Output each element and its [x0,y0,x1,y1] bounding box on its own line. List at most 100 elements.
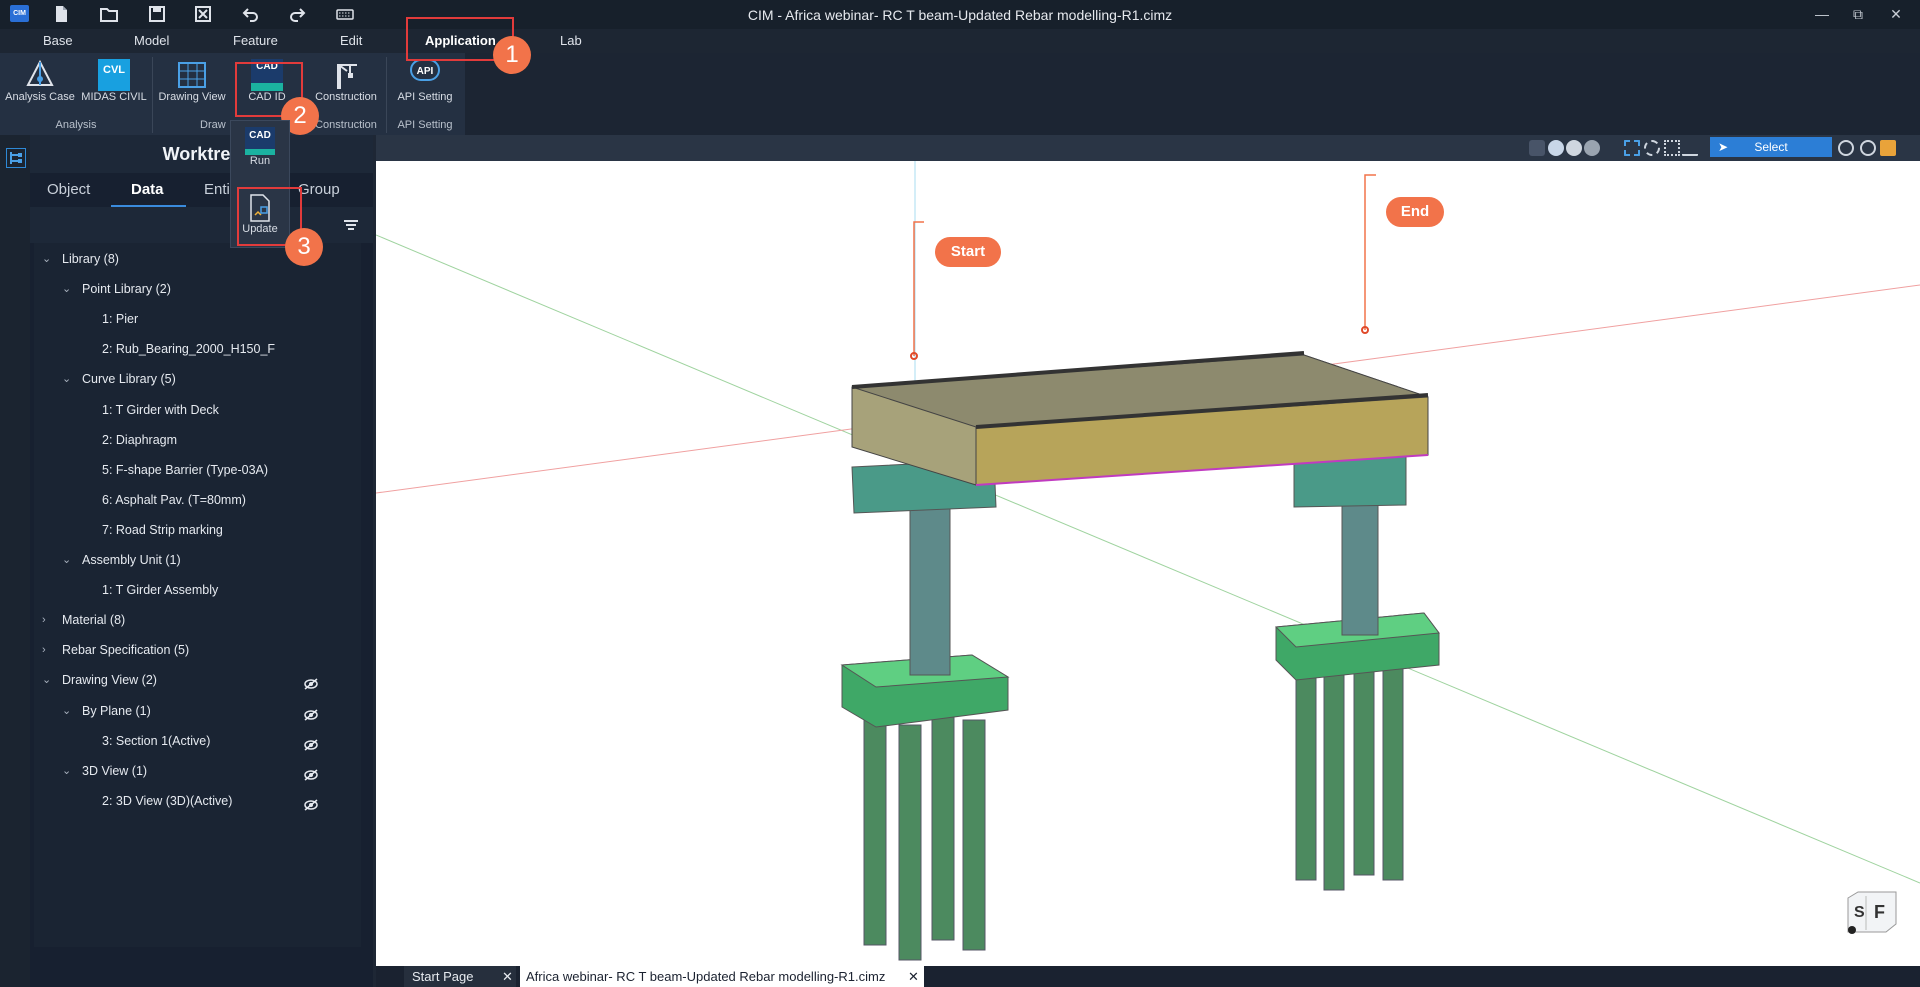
menu-tab-feature[interactable]: Feature [233,33,278,48]
close-tab-icon[interactable]: ✕ [502,966,513,987]
tree-item[interactable]: 7: Road Strip marking [34,518,361,542]
cad-run-label: Run [249,155,271,167]
document-tabs: Start Page ✕ Africa webinar- RC T beam-U… [376,966,1920,987]
shade-alt-icon[interactable] [1584,140,1600,156]
tab-object[interactable]: Object [47,181,90,198]
tree-item[interactable]: › Material (8) [34,608,361,632]
drawing-view-label: Drawing View [158,91,226,103]
tree-item[interactable]: ⌄ Point Library (2) [34,277,361,301]
api-icon: API [410,59,440,81]
worktree-toggle-icon[interactable] [6,148,26,168]
chevron-right-icon[interactable]: › [42,638,54,662]
tree-item-label: Material (8) [62,613,126,628]
doc-tab-active-model[interactable]: Africa webinar- RC T beam-Updated Rebar … [520,966,924,987]
chevron-right-icon[interactable]: › [42,608,54,632]
tree-item[interactable]: 6: Asphalt Pav. (T=80mm) [34,488,361,512]
restore-icon[interactable]: ⧉ [1848,5,1868,23]
worktree-tree: ⌄ Library (8) ⌄ Point Library (2) 1: Pier 2: … [34,243,361,947]
tree-item[interactable]: ⌄ Curve Library (5) [34,367,361,391]
tree-item[interactable]: 2: 3D View (3D)(Active) [34,789,361,813]
doc-tab-label: Start Page [412,969,474,984]
hidden-eye-icon[interactable] [304,765,318,781]
render-mode-icon[interactable] [1529,140,1545,156]
hidden-eye-icon[interactable] [304,735,318,751]
menu-tab-lab[interactable]: Lab [560,33,582,48]
tree-item-label: By Plane (1) [82,703,151,718]
hidden-eye-icon[interactable] [304,674,318,690]
chevron-down-icon[interactable]: ⌄ [62,699,74,723]
menu-tab-model[interactable]: Model [134,33,169,48]
doc-tab-start-page[interactable]: Start Page ✕ [404,966,516,987]
viewport-toolbar [376,135,1920,161]
crane-icon [330,59,362,91]
sort-icon[interactable] [343,218,359,232]
shade-solid-icon[interactable] [1566,140,1582,156]
cad-run-item[interactable]: CAD Run [231,127,289,167]
menu-tab-edit[interactable]: Edit [340,33,362,48]
select-label: Select [1754,140,1788,154]
tree-item-label: 2: Rub_Bearing_2000_H150_F [102,342,276,357]
ribbon-group-construction: Construction [315,119,377,131]
drawing-view-button[interactable]: Drawing View [154,59,230,103]
shade-mode-icon[interactable] [1548,140,1564,156]
tree-item[interactable]: ⌄ By Plane (1) [34,699,361,723]
analysis-case-button[interactable]: Analysis Case [4,59,76,103]
midas-civil-button[interactable]: CVL MIDAS CIVIL [80,59,148,103]
construction-button[interactable]: Construction [308,59,384,103]
select-mode-button[interactable]: ➤ Select [1710,137,1832,157]
midas-civil-label: MIDAS CIVIL [81,91,147,103]
chevron-down-icon[interactable]: ⌄ [62,277,74,301]
polygon-select-icon[interactable] [1664,140,1680,156]
chevron-down-icon[interactable]: ⌄ [62,548,74,572]
clock-icon[interactable] [1838,140,1854,156]
tree-item[interactable]: 1: Pier [34,307,361,331]
chevron-down-icon[interactable]: ⌄ [62,759,74,783]
tree-item[interactable]: ⌄ 3D View (1) [34,759,361,783]
tree-item[interactable]: 1: T Girder Assembly [34,578,361,602]
tree-item[interactable]: 1: T Girder with Deck [34,398,361,422]
midas-civil-icon: CVL [98,59,130,91]
tab-data[interactable]: Data [131,181,164,198]
view-cube[interactable]: S F [1844,890,1898,934]
hidden-eye-icon[interactable] [304,705,318,721]
view-cube-front-label: F [1874,902,1885,922]
title-bar: CIM CIM - Africa webinar- RC T beam-Upda… [0,0,1920,29]
tree-item[interactable]: ⌄ Drawing View (2) [34,668,361,692]
cursor-icon: ➤ [1718,140,1729,154]
tree-item-label: 1: Pier [102,312,139,327]
worktree-panel: Worktree Object Data Entity Group ⌄ Libra… [30,135,373,987]
tree-item-label: 1: T Girder Assembly [102,583,219,598]
chevron-down-icon[interactable]: ⌄ [42,247,54,271]
tree-item[interactable]: 5: F-shape Barrier (Type-03A) [34,458,361,482]
menu-tab-base[interactable]: Base [43,33,73,48]
ribbon-separator [386,57,387,133]
close-tab-icon[interactable]: ✕ [908,966,919,987]
minimize-icon[interactable]: — [1812,5,1832,23]
tree-item[interactable]: 3: Section 1(Active) [34,729,361,753]
drawing-view-icon [176,59,208,91]
3d-viewport[interactable]: Start End S F [376,135,1920,966]
tree-item[interactable]: ⌄ Assembly Unit (1) [34,548,361,572]
tree-item-label: Library (8) [62,252,119,266]
tree-item-label: Rebar Specification (5) [62,643,190,658]
analysis-case-icon [24,59,56,91]
tree-item-label: Drawing View (2) [62,673,157,688]
end-marker-label: End [1386,197,1444,227]
tree-item-label: 6: Asphalt Pav. (T=80mm) [102,492,246,507]
view-cube-toggle-icon[interactable] [1880,140,1896,156]
chevron-down-icon[interactable]: ⌄ [42,668,54,692]
tree-item[interactable]: 2: Rub_Bearing_2000_H150_F [34,337,361,361]
api-setting-button[interactable]: API API Setting [390,59,460,103]
freehand-select-icon[interactable] [1682,140,1698,156]
tab-group[interactable]: Group [298,181,340,198]
tree-item[interactable]: › Rebar Specification (5) [34,638,361,662]
chevron-down-icon[interactable]: ⌄ [62,367,74,391]
info-icon[interactable] [1860,140,1876,156]
close-icon[interactable]: ✕ [1886,5,1906,23]
worktree-toolbar [30,207,373,243]
cad-run-icon: CAD [245,127,275,155]
tree-item[interactable]: 2: Diaphragm [34,428,361,452]
box-select-icon[interactable] [1624,140,1640,156]
circle-select-icon[interactable] [1644,140,1660,156]
hidden-eye-icon[interactable] [304,795,318,811]
